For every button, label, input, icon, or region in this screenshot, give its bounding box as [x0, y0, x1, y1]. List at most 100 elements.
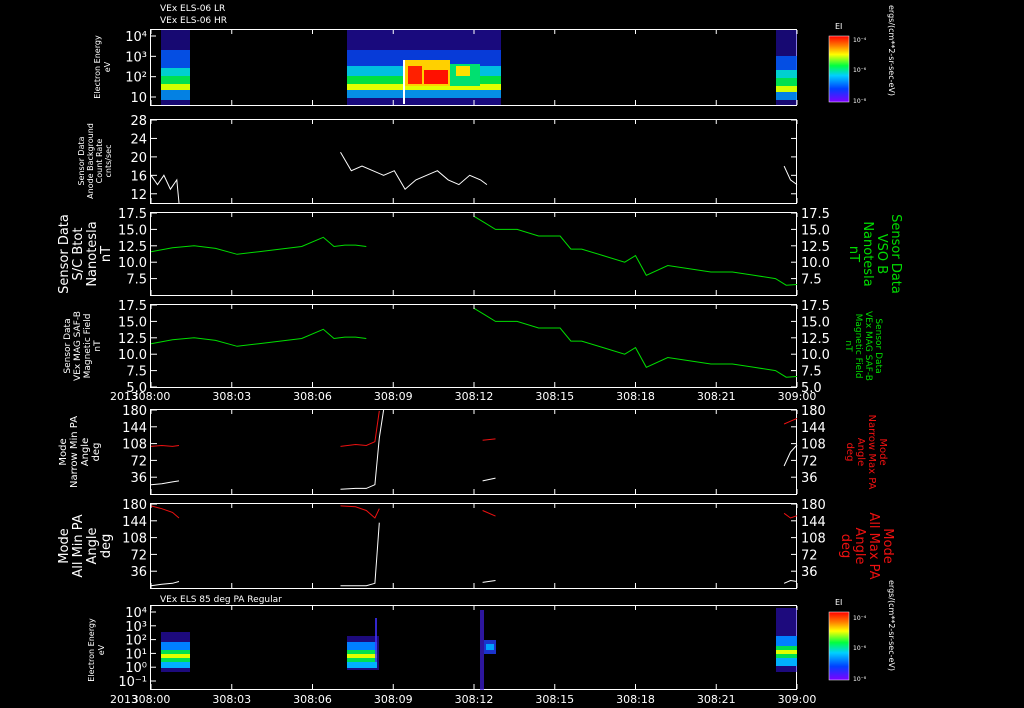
bx-ytick-right-label-4: 17.5	[801, 207, 830, 222]
bx-ytick-label-2: 12.5	[118, 240, 147, 255]
frame-apa	[150, 503, 797, 589]
counts-counts-trace-2	[340, 152, 488, 190]
ylabel-counts-l1: Sensor Data	[77, 136, 86, 185]
ylabel-bx-l1: Sensor Data	[57, 214, 72, 294]
ylabel-apa-l1: Mode	[57, 528, 72, 563]
colorbar-bottom-label: EI	[835, 598, 842, 607]
ylabel-right-bsaf-l4: nT	[843, 340, 853, 352]
ylabel-apa-l4: deg	[99, 534, 114, 559]
ylabel-bsaf-l4: nT	[93, 340, 103, 352]
apa-ytick-label-1: 72	[130, 548, 147, 563]
counts-ytick-label-3: 24	[130, 132, 147, 147]
ylabel-spec1-l2: eV	[103, 61, 112, 72]
bsaf-ytick-label-1: 7.5	[126, 365, 147, 380]
ylabel-spec1-l1: Electron Energy	[93, 35, 102, 99]
colorbar-top-tick-1: 10⁻⁴	[853, 37, 867, 44]
ylabel-counts-l2: Anode Background	[86, 123, 95, 199]
bx-ytick-label-3: 15.0	[118, 223, 147, 238]
npa-max-trace-1	[150, 444, 180, 447]
figure: VEx ELS-06 LR VEx ELS-06 HR VEx ELS 85 d…	[57, 4, 903, 706]
ylabel-npa-l3: Angle	[80, 438, 91, 466]
ylabel-npa-l4: deg	[91, 443, 102, 462]
colorbar-bottom-gradient	[828, 611, 850, 681]
year-label-bottom: 2013	[110, 693, 138, 706]
bsaf-ytick-label-2: 10.0	[118, 348, 147, 363]
npa-ytick-label-3: 144	[122, 421, 147, 436]
spec2-segment-2	[347, 618, 379, 670]
ylabel-npa-l1: Mode	[58, 438, 69, 465]
frame-counts	[150, 119, 797, 204]
ylabel-apa-l3: Angle	[85, 528, 100, 565]
time-label-mid-3: 308:09	[374, 390, 413, 403]
bx-ytick-right-label-2: 12.5	[801, 240, 830, 255]
ylabel-right-npa-l3: Angle	[855, 438, 866, 466]
ylabel-apa: Mode All Min PA Angle deg	[57, 514, 114, 577]
bsaf-ytick-label-4: 15.0	[118, 315, 147, 330]
bx-ytick-right-label-0: 7.5	[801, 273, 822, 288]
bsaf-ytick-right-label-4: 15.0	[801, 315, 830, 330]
ylabel-right-bsaf-l3: Magnetic Field	[853, 314, 863, 379]
spec2-segment-1	[161, 632, 190, 672]
traces	[150, 152, 798, 587]
ylabel-right-bx: Sensor Data VSO B Nanotesla nT	[846, 214, 903, 294]
npa-ytick-right-label-2: 108	[801, 438, 826, 453]
spec1-segment-1	[161, 30, 190, 105]
spec1-segment-2	[347, 30, 501, 105]
colorbar-top: EI 10⁻⁴ 10⁻⁶ 10⁻⁸ ergs/(cm**2-sr-sec-eV)	[828, 5, 896, 105]
apa-min-trace-2	[340, 522, 380, 587]
apa-max-trace-2	[340, 505, 380, 519]
bsaf-ytick-right-label-1: 7.5	[801, 365, 822, 380]
spec2-ytick-label-1: 10³	[125, 620, 147, 635]
bsaf-ytick-right-label-3: 12.5	[801, 332, 830, 347]
ylabel-bsaf-l1: Sensor Data	[63, 318, 73, 373]
ylabel-right-bsaf-l2: VEx MAG SAF-B	[863, 311, 873, 381]
bx-bx-trace-1	[150, 236, 367, 255]
bx-ytick-label-0: 7.5	[126, 273, 147, 288]
ylabel-right-apa: Mode All Max PA Angle deg	[838, 512, 895, 579]
spec1-ytick-label-0: 10⁴	[125, 30, 147, 45]
npa-ytick-right-label-4: 180	[801, 404, 826, 419]
ylabel-apa-l2: All Min PA	[71, 514, 86, 577]
bsaf-bsaf-trace-1	[150, 328, 367, 347]
npa-min-trace-2	[340, 409, 385, 490]
npa-ytick-label-1: 72	[130, 454, 147, 469]
apa-max-trace-4	[783, 512, 798, 519]
counts-ytick-label-4: 28	[130, 114, 147, 129]
time-label-bottom-1: 308:03	[212, 693, 251, 706]
npa-ytick-right-label-0: 36	[801, 471, 818, 486]
panel-frames	[150, 29, 797, 690]
apa-ytick-right-label-1: 72	[801, 548, 818, 563]
bx-ytick-right-label-3: 15.0	[801, 223, 830, 238]
top-title-2: VEx ELS-06 HR	[160, 16, 227, 26]
ylabel-right-apa-l1: Mode	[880, 528, 895, 563]
time-label-bottom-7: 308:21	[697, 693, 736, 706]
ylabel-bsaf: Sensor Data VEx MAG SAF-B Magnetic Field…	[63, 311, 103, 381]
ylabel-npa: Mode Narrow Min PA Angle deg	[58, 416, 102, 488]
spec1-segment-3	[776, 30, 797, 105]
colorbar-top-label: EI	[835, 22, 842, 31]
time-label-mid-7: 308:21	[697, 390, 736, 403]
npa-max-trace-3	[482, 438, 496, 441]
npa-ytick-label-2: 108	[122, 438, 147, 453]
apa-ytick-label-0: 36	[130, 565, 147, 580]
npa-min-trace-4	[783, 444, 798, 467]
colorbar-top-tick-2: 10⁻⁶	[853, 67, 867, 74]
npa-min-trace-1	[150, 480, 180, 486]
time-label-bottom-2: 308:06	[293, 693, 332, 706]
npa-min-trace-3	[482, 477, 496, 482]
ylabel-right-bx-l4: nT	[846, 246, 861, 262]
apa-ytick-label-3: 144	[122, 515, 147, 530]
bx-ytick-right-label-1: 10.0	[801, 256, 830, 271]
ylabel-right-bx-l2: VSO B	[874, 234, 889, 274]
counts-counts-trace-1	[150, 174, 180, 204]
ylabel-bsaf-l3: Magnetic Field	[83, 314, 93, 379]
bx-bx-trace-2	[473, 215, 798, 286]
npa-ytick-label-4: 180	[122, 404, 147, 419]
colorbar-bottom: EI 10⁻⁴ 10⁻⁶ 10⁻⁸ ergs/(cm**2-sr-sec-eV)	[828, 580, 896, 683]
bx-ytick-label-1: 10.0	[118, 256, 147, 271]
ylabel-bx-l2: S/C Btot	[71, 228, 86, 281]
time-label-mid-1: 308:03	[212, 390, 251, 403]
counts-ytick-label-0: 12	[130, 188, 147, 203]
counts-ytick-label-2: 20	[130, 151, 147, 166]
time-label-bottom-3: 308:09	[374, 693, 413, 706]
